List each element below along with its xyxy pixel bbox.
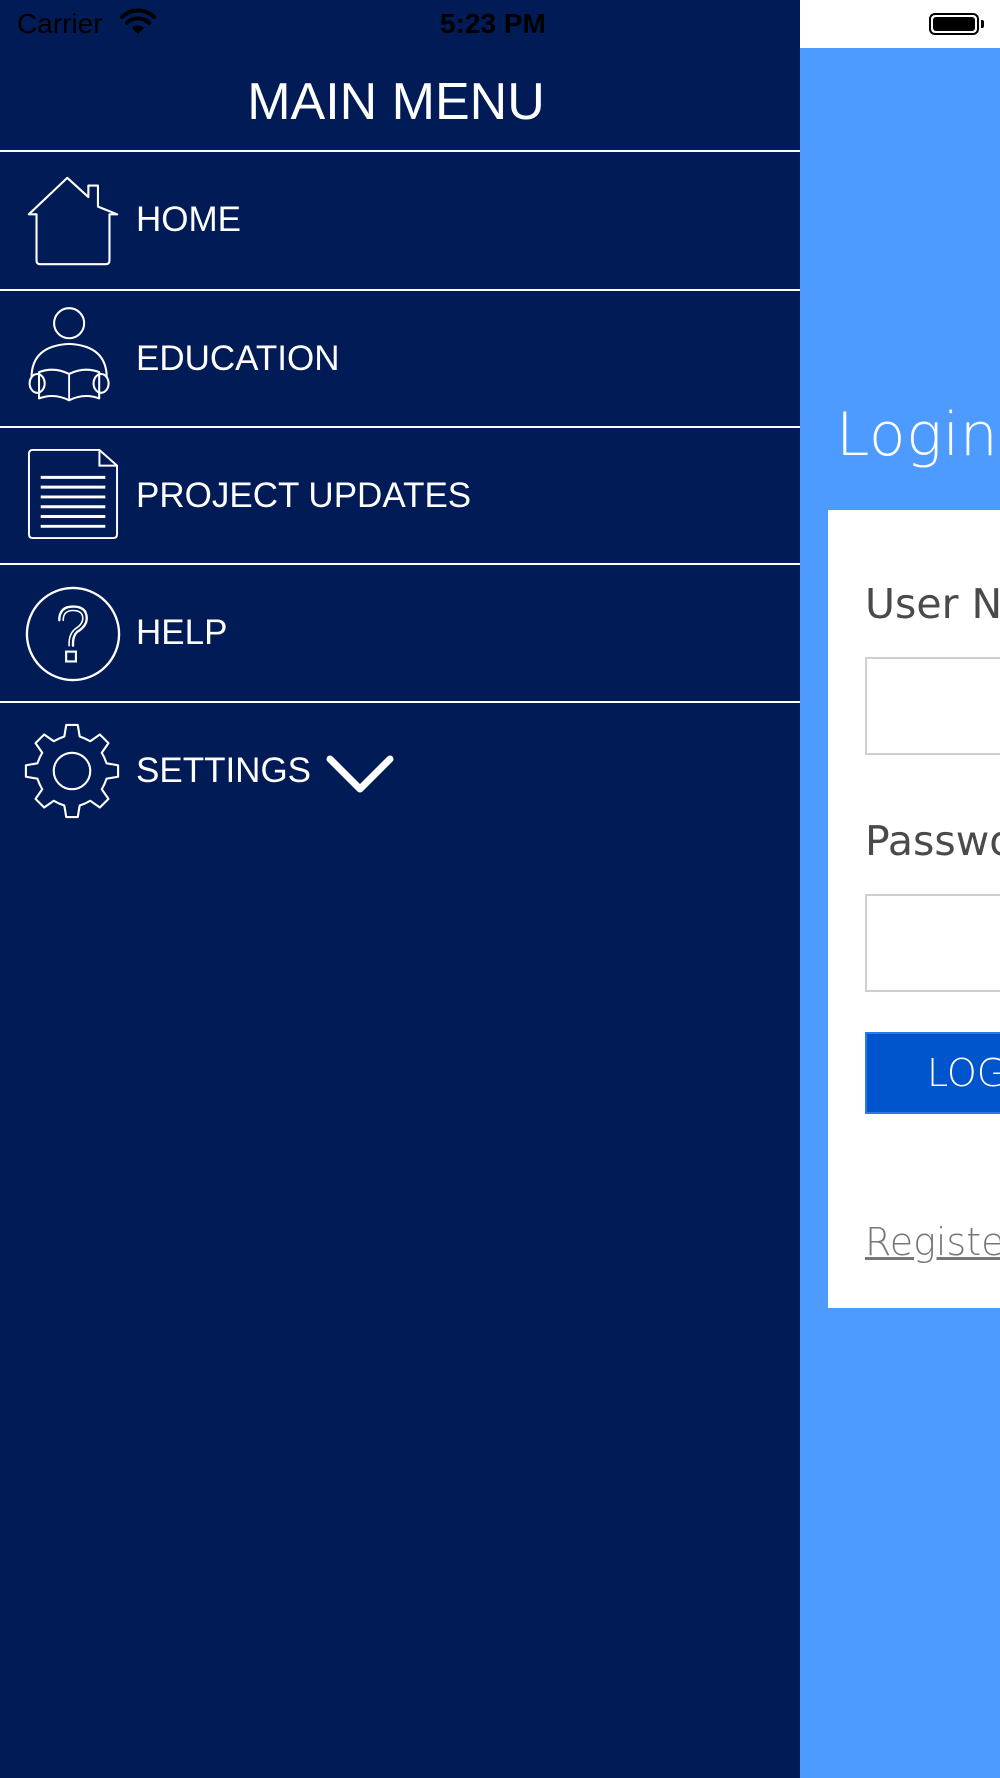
menu-item-label: PROJECT UPDATES	[136, 476, 472, 515]
menu-item-home[interactable]: HOME	[0, 152, 800, 288]
clock-time: 5:23 PM	[440, 8, 546, 39]
menu-title: MAIN MENU	[247, 73, 545, 131]
status-bar: Carrier 5:23 PM	[0, 0, 800, 48]
house-icon	[27, 176, 119, 266]
document-icon	[27, 448, 119, 540]
login-card: User Na Passwo LOG Register	[828, 510, 1000, 1308]
login-button[interactable]: LOG	[865, 1032, 1000, 1114]
menu-item-label: SETTINGS	[136, 751, 312, 790]
app-screen: Login User Na Passwo LOG Register Carrie…	[0, 0, 1000, 1778]
menu-item-project-updates[interactable]: PROJECT UPDATES	[0, 428, 800, 564]
battery-tip	[981, 20, 984, 28]
menu-item-settings[interactable]: SETTINGS	[0, 703, 800, 839]
menu-item-label: HELP	[136, 613, 228, 652]
menu-item-label: EDUCATION	[136, 339, 340, 378]
register-link[interactable]: Register	[865, 1220, 1000, 1264]
help-question-icon	[25, 586, 121, 682]
gear-icon	[24, 723, 120, 819]
login-screen: Login User Na Passwo LOG Register	[800, 0, 1000, 1778]
password-label: Passwo	[865, 817, 1000, 865]
login-title: Login	[836, 400, 999, 470]
chevron-down-icon[interactable]	[326, 753, 394, 797]
side-drawer: Carrier 5:23 PM MAIN MENU HOME EDUCATION…	[0, 0, 800, 1778]
menu-item-help[interactable]: HELP	[0, 565, 800, 701]
menu-item-label: HOME	[136, 200, 241, 239]
status-bar-right	[800, 0, 1000, 48]
username-field[interactable]	[865, 657, 1000, 755]
menu-item-education[interactable]: EDUCATION	[0, 291, 800, 427]
battery-icon	[929, 13, 979, 35]
password-field[interactable]	[865, 894, 1000, 992]
carrier-label: Carrier	[17, 8, 103, 39]
username-label: User Na	[865, 580, 1000, 628]
wifi-icon	[120, 8, 156, 34]
person-reading-icon	[28, 307, 110, 402]
